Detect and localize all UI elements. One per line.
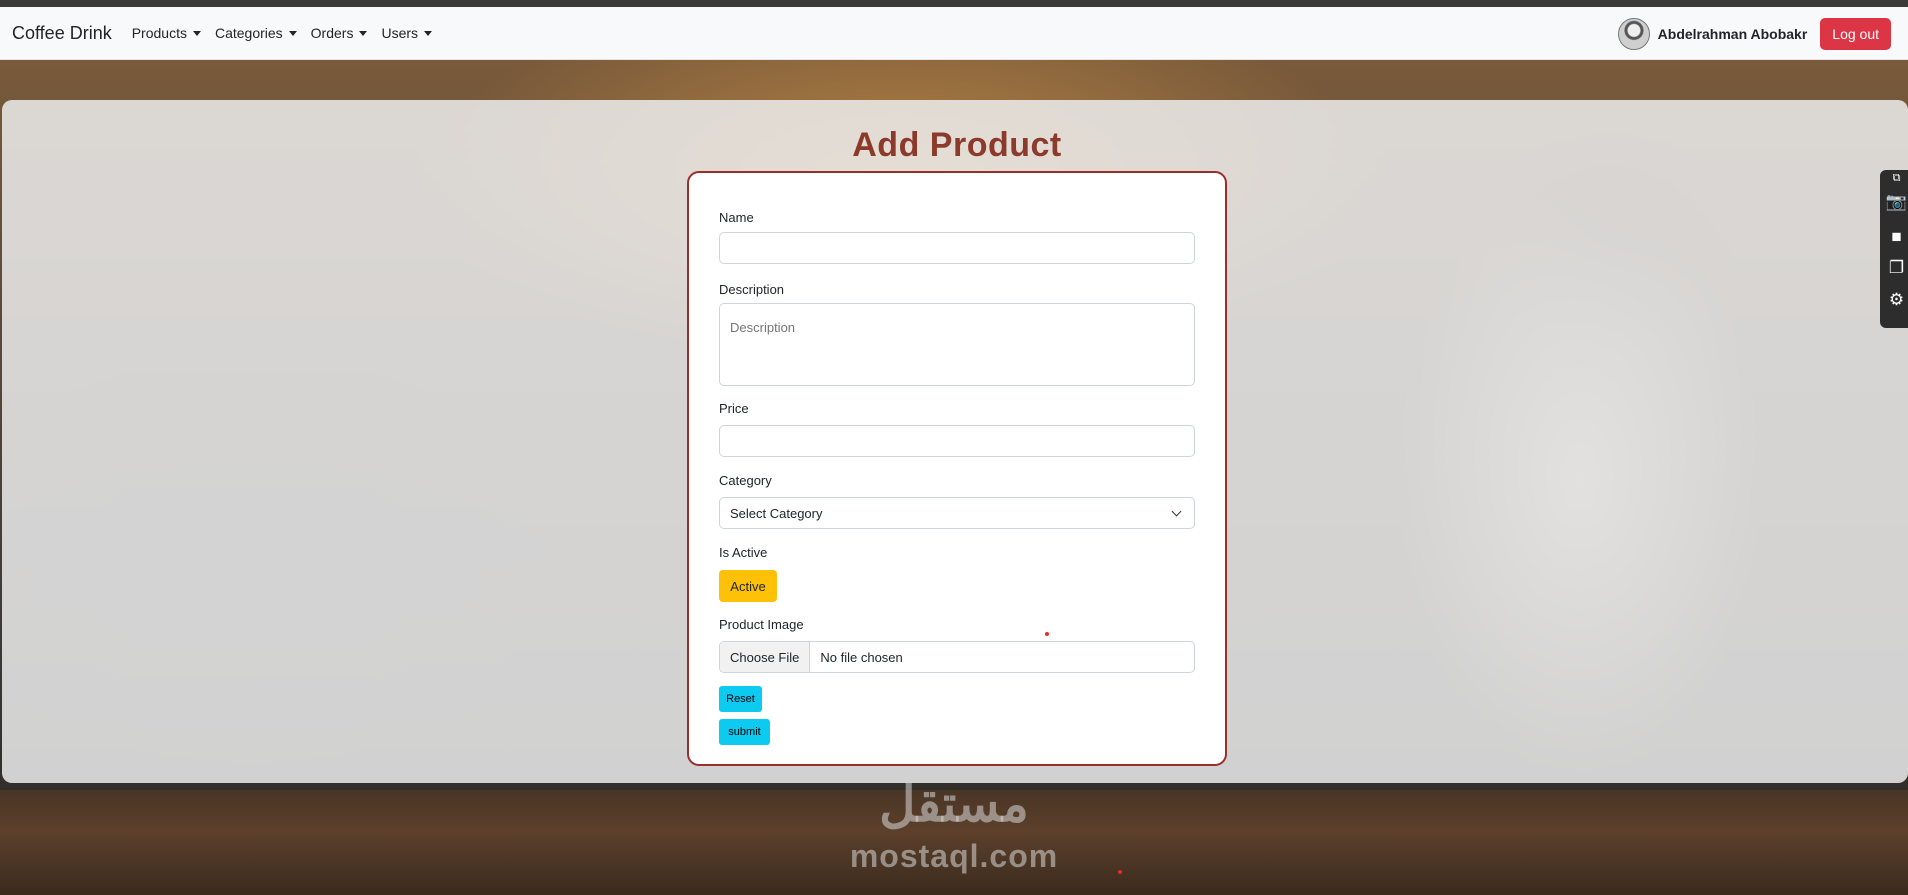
nav-dropdown-categories[interactable]: Categories — [215, 25, 297, 41]
caret-down-icon — [359, 30, 368, 36]
red-dot-marker — [1045, 632, 1049, 636]
nav-label-categories: Categories — [214, 25, 283, 41]
nav-dropdown-products[interactable]: Products — [132, 25, 201, 41]
nav-dropdown-users[interactable]: Users — [381, 25, 433, 41]
chevron-down-icon — [1171, 506, 1182, 517]
caret-down-icon — [424, 30, 433, 36]
watermark-latin: mostaql.com — [849, 838, 1059, 874]
active-toggle-button[interactable]: Active — [719, 570, 777, 602]
choose-file-button[interactable]: Choose File — [720, 642, 811, 672]
nav-label-orders: Orders — [310, 25, 354, 41]
top-strip — [0, 0, 1908, 7]
logout-button[interactable]: Log out — [1820, 18, 1891, 50]
red-dot-marker — [1118, 870, 1122, 874]
category-selected-value: Select Category — [730, 505, 823, 521]
brand-link[interactable]: Coffee Drink — [12, 23, 112, 44]
nav-label-users: Users — [381, 25, 419, 41]
floating-toolbar: ⧉ 📷 ■ ❐ ⚙ — [1880, 170, 1908, 328]
description-label: Description — [719, 282, 785, 297]
user-area: Abdelrahman Abobakr Log out — [1617, 18, 1891, 50]
caret-down-icon — [192, 30, 201, 36]
submit-button[interactable]: submit — [719, 719, 770, 745]
name-input[interactable] — [719, 232, 1195, 264]
gear-icon[interactable]: ⚙ — [1885, 290, 1908, 310]
add-product-form: Name Description Price Category Select C… — [687, 171, 1227, 766]
name-label: Name — [719, 210, 754, 225]
price-label: Price — [719, 401, 749, 416]
nav-dropdown-orders[interactable]: Orders — [311, 25, 368, 41]
nav-label-products: Products — [131, 25, 187, 41]
username: Abdelrahman Abobakr — [1657, 26, 1808, 42]
camera-icon[interactable]: 📷 — [1885, 192, 1908, 212]
screenshot-icon[interactable]: ⧉ — [1885, 172, 1908, 185]
avatar[interactable] — [1617, 18, 1650, 50]
video-icon[interactable]: ■ — [1885, 227, 1908, 247]
windows-icon[interactable]: ❐ — [1885, 258, 1908, 278]
watermark-arabic: مستقل — [879, 776, 1029, 832]
description-textarea[interactable] — [719, 303, 1195, 386]
file-status: No file chosen — [820, 649, 903, 665]
price-input[interactable] — [719, 425, 1195, 457]
is-active-label: Is Active — [719, 545, 768, 560]
navbar: Coffee Drink Products Categories Orders … — [0, 7, 1908, 60]
product-image-input[interactable]: Choose File No file chosen — [719, 641, 1195, 673]
page-title: Add Product — [852, 126, 1062, 164]
category-label: Category — [719, 473, 772, 488]
product-image-label: Product Image — [719, 617, 804, 632]
reset-button[interactable]: Reset — [719, 686, 762, 712]
category-select[interactable]: Select Category — [719, 497, 1195, 529]
caret-down-icon — [288, 30, 297, 36]
